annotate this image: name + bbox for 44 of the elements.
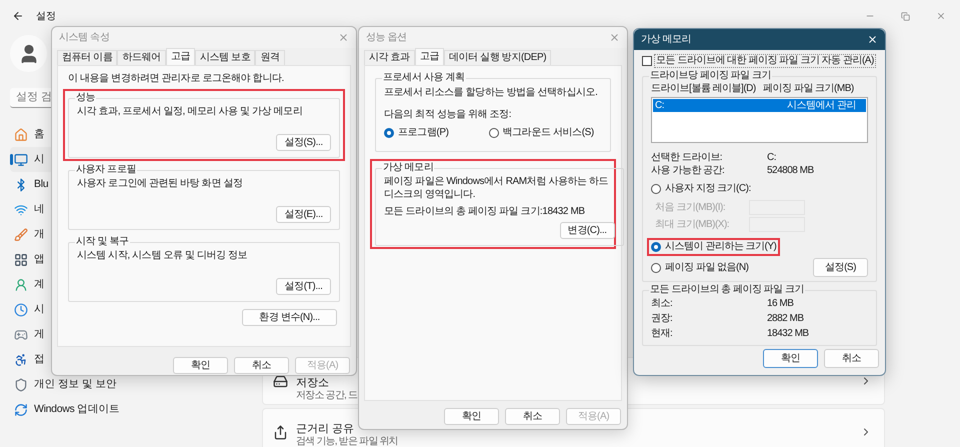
dialog-title: 성능 옵션 [366, 31, 407, 45]
field-label: 처음 크기(MB)(I): [655, 202, 726, 214]
group-title: 시작 및 복구 [75, 236, 130, 248]
radio-label: 백그라운드 서비스(S) [502, 127, 594, 139]
group-title: 성능 [75, 92, 96, 104]
column-header: 드라이브[볼륨 레이블](D) [651, 83, 757, 95]
column-header: 페이징 파일 크기(MB) [763, 83, 854, 95]
total-value: 16 MB [767, 297, 794, 311]
checkbox-label: 모든 드라이브에 대한 페이징 파일 크기 자동 관리(A) [654, 54, 876, 68]
total-label: 최소: [651, 297, 674, 311]
info-value: 524808 MB [767, 164, 815, 177]
field-label: 최대 크기(MB)(X): [655, 218, 730, 230]
card-subtitle: 검색 기능, 받은 파일 위치 [296, 436, 398, 447]
radio-label: 프로그램(P) [398, 127, 449, 139]
radio-label: 사용자 지정 크기(C): [665, 183, 751, 195]
total-value: 2882 MB [767, 312, 805, 326]
dialog-title: 가상 메모리 [641, 33, 691, 47]
total-label: 현재: [651, 327, 674, 341]
dialog-title: 시스템 속성 [59, 31, 110, 45]
prompt-text: 다음의 최적 성능을 위해 조정: [384, 108, 512, 122]
group-title: 프로세서 사용 계획 [382, 72, 466, 84]
group-description: 사용자 로그인에 관련된 바탕 화면 설정 [77, 177, 244, 191]
info-label: 선택한 드라이브: [651, 151, 724, 164]
card-title: 저장소 [296, 376, 330, 390]
group-title: 가상 메모리 [382, 162, 434, 174]
info-label: 사용 가능한 공간: [651, 164, 726, 177]
radio-label: 페이징 파일 없음(N) [665, 262, 748, 274]
group-title: 드라이브당 페이징 파일 크기 [649, 70, 772, 82]
group-description: 페이징 파일은 Windows에서 RAM처럼 사용하는 하드 디스크의 영역입니다. [384, 175, 610, 201]
card-subtitle: 저장소 공간, 드 [296, 390, 358, 402]
total-label: 모든 드라이브의 총 페이징 파일 크기: [384, 205, 542, 218]
group-description: 프로세서 리소스를 할당하는 방법을 선택하십시오. [384, 86, 598, 100]
group-description: 시각 효과, 프로세서 일정, 메모리 사용 및 가상 메모리 [77, 105, 304, 119]
card-title: 근거리 공유 [296, 422, 356, 436]
radio-label: 시스템이 관리하는 크기(Y) [665, 241, 776, 253]
notice-text: 이 내용을 변경하려면 관리자로 로그온해야 합니다. [68, 72, 285, 86]
app-title: 설정 [36, 10, 56, 24]
total-value: 18432 MB [767, 327, 810, 341]
group-title: 사용자 프로필 [75, 164, 137, 176]
info-value: C: [767, 151, 777, 164]
group-description: 시스템 시작, 시스템 오류 및 디버깅 정보 [77, 249, 248, 263]
group-title: 모든 드라이브의 총 페이징 파일 크기 [649, 284, 805, 296]
total-value: 18432 MB [542, 205, 585, 218]
total-label: 권장: [651, 312, 674, 326]
